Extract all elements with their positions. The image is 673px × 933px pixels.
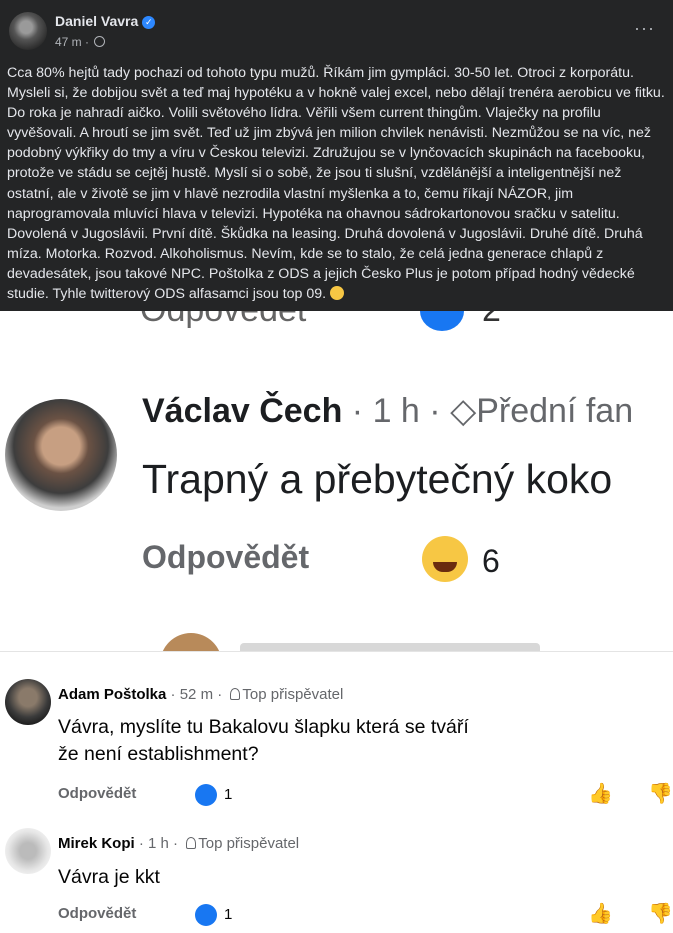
reply-link[interactable]: Odpovědět: [58, 785, 136, 802]
commenter-name[interactable]: Václav Čech · 1 h · ◇Přední fan: [142, 391, 633, 431]
commenter-name[interactable]: Mirek Kopi · 1 h · Top přispěvatel: [58, 835, 299, 852]
thumbs-up-icon[interactable]: 👍: [588, 781, 613, 806]
next-comment-cutoff: [240, 643, 540, 651]
thumbs-up-icon[interactable]: 👍: [588, 901, 613, 926]
commenter-name-text[interactable]: Adam Poštolka: [58, 686, 166, 703]
cut-reply-label: Odpovědět: [140, 311, 306, 330]
zoomed-comment: Odpovědět 2 Václav Čech · 1 h · ◇Přední …: [0, 311, 673, 651]
badge-icon: [186, 837, 197, 849]
author-avatar[interactable]: [9, 12, 47, 50]
commenter-avatar[interactable]: [5, 679, 51, 725]
author-name-text[interactable]: Daniel Vavra: [55, 13, 138, 29]
commenter-name-text[interactable]: Václav Čech: [142, 392, 342, 430]
haha-reaction-icon[interactable]: [422, 536, 468, 582]
thumbs-down-icon[interactable]: 👎: [648, 781, 673, 806]
post-meta: 47 m ·: [55, 35, 106, 49]
commenter-avatar[interactable]: [5, 828, 51, 874]
comment-meta: · 1 h · Top přispěvatel: [134, 835, 300, 852]
globe-icon: [94, 36, 106, 47]
comment-meta-time: · 1 h ·: [342, 392, 451, 430]
fan-badge: Přední fan: [476, 392, 634, 430]
comment-text: Trapný a přebytečný koko: [142, 456, 613, 502]
top-contributor-badge: Top přispěvatel: [198, 835, 300, 852]
reply-link[interactable]: Odpovědět: [58, 905, 136, 922]
comment-text: Vávra, myslíte tu Bakalovu šlapku která …: [58, 716, 469, 765]
comment-text: Vávra je kkt: [58, 866, 160, 888]
cut-reaction-count: 2: [482, 311, 501, 330]
commenter-name-text[interactable]: Mirek Kopi: [58, 835, 135, 852]
comment-time[interactable]: 1 h: [148, 835, 169, 852]
facebook-post: Daniel Vavra ✓ 47 m · ··· Cca 80% hejtů t…: [0, 0, 673, 311]
author-name[interactable]: Daniel Vavra ✓: [55, 13, 156, 29]
badge-icon: [230, 688, 241, 700]
top-contributor-badge: Top přispěvatel: [242, 686, 344, 703]
commenter-avatar[interactable]: [5, 399, 117, 511]
comment-list: Adam Poštolka · 52 m · Top přispěvatel V…: [0, 651, 673, 933]
post-time[interactable]: 47 m: [55, 35, 82, 49]
like-count: 1: [224, 786, 233, 803]
laughing-emoji-icon: [330, 286, 345, 301]
reaction-count: 6: [482, 543, 500, 579]
verified-badge-icon: ✓: [142, 16, 156, 29]
like-count: 1: [224, 906, 233, 923]
comment-meta: · 52 m · Top přispěvatel: [166, 686, 344, 703]
post-body-text: Cca 80% hejtů tady pochazi od tohoto typ…: [7, 65, 665, 303]
like-reaction-icon: [195, 904, 217, 926]
more-options-icon[interactable]: ···: [634, 18, 655, 39]
like-reaction-icon: [420, 311, 464, 331]
post-body: Cca 80% hejtů tady pochazi od tohoto typ…: [7, 63, 667, 304]
reply-link[interactable]: Odpovědět: [142, 539, 309, 576]
next-commenter-avatar: [160, 633, 222, 651]
comment-time[interactable]: 52 m: [180, 686, 213, 703]
comment-meta: · 1 h · ◇Přední fan: [342, 392, 634, 430]
like-reaction-icon: [195, 784, 217, 806]
thumbs-down-icon[interactable]: 👎: [648, 901, 673, 926]
commenter-name[interactable]: Adam Poštolka · 52 m · Top přispěvatel: [58, 686, 343, 703]
